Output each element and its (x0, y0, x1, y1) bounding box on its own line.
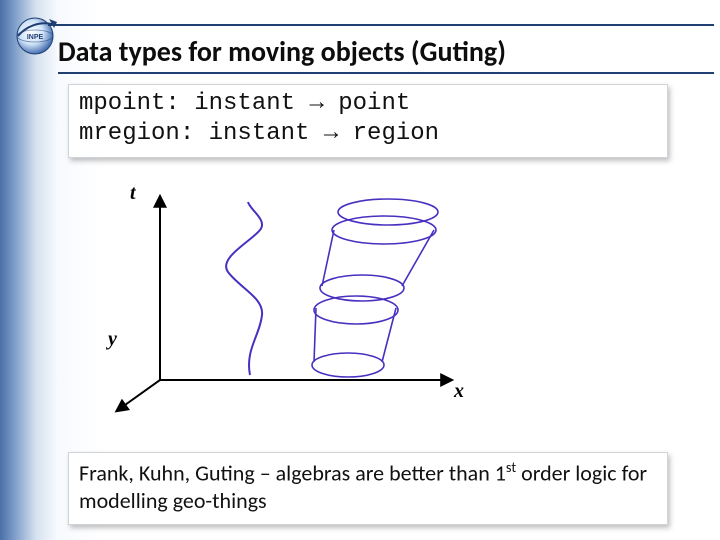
title-divider (58, 72, 714, 74)
axis-label-y: y (108, 328, 117, 351)
slide: INPE Data types for moving objects (Guti… (0, 0, 720, 540)
inpe-logo-icon: INPE (8, 6, 62, 60)
header-divider (48, 24, 714, 26)
axis-label-t: t (130, 182, 136, 205)
logo-text: INPE (27, 34, 44, 41)
type-definitions-box: mpoint: instant → point mregion: instant… (68, 84, 668, 158)
footer-prefix: Frank, Kuhn, Guting – algebras are bette… (79, 459, 506, 486)
slide-title: Data types for moving objects (Guting) (58, 34, 506, 69)
footer-sup: st (506, 458, 516, 476)
axis-label-x: x (454, 380, 464, 403)
footer-citation: Frank, Kuhn, Guting – algebras are bette… (68, 452, 668, 525)
code-line-1: mpoint: instant → point (79, 90, 410, 117)
code-line-2: mregion: instant → region (79, 120, 439, 147)
moving-objects-diagram (100, 180, 480, 430)
